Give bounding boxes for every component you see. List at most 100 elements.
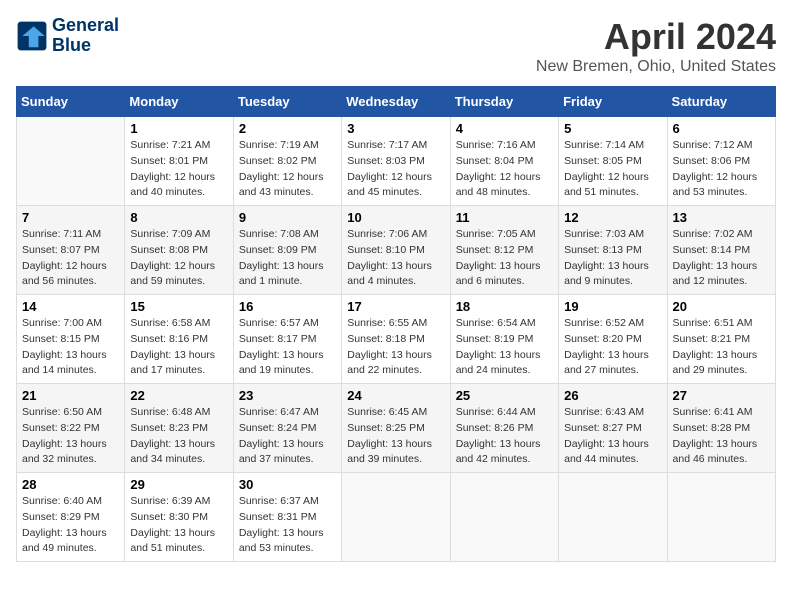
- day-number: 20: [673, 299, 770, 314]
- day-cell: 4 Sunrise: 7:16 AMSunset: 8:04 PMDaylight…: [450, 117, 558, 206]
- day-cell: 3Sunrise: 7:17 AMSunset: 8:03 PMDaylight…: [342, 117, 450, 206]
- day-cell: 29 Sunrise: 6:39 AMSunset: 8:30 PMDayligh…: [125, 473, 233, 562]
- day-cell: 14 Sunrise: 7:00 AMSunset: 8:15 PMDayligh…: [17, 295, 125, 384]
- day-cell: 13Sunrise: 7:02 AMSunset: 8:14 PMDayligh…: [667, 206, 775, 295]
- logo-text: General Blue: [52, 16, 119, 56]
- calendar-title: April 2024: [536, 16, 776, 58]
- header-wednesday: Wednesday: [342, 87, 450, 117]
- day-number: 6: [673, 121, 770, 136]
- day-number: 24: [347, 388, 444, 403]
- day-number: 13: [673, 210, 770, 225]
- day-cell: 26 Sunrise: 6:43 AMSunset: 8:27 PMDayligh…: [559, 384, 667, 473]
- day-number: 7: [22, 210, 119, 225]
- day-info: Sunrise: 6:52 AMSunset: 8:20 PMDaylight:…: [564, 316, 661, 379]
- day-number: 21: [22, 388, 119, 403]
- day-cell: 21 Sunrise: 6:50 AMSunset: 8:22 PMDayligh…: [17, 384, 125, 473]
- day-info: Sunrise: 7:03 AMSunset: 8:13 PMDaylight:…: [564, 227, 661, 290]
- day-info: Sunrise: 7:19 AMSunset: 8:02 PMDaylight:…: [239, 138, 336, 201]
- day-info: Sunrise: 7:06 AMSunset: 8:10 PMDaylight:…: [347, 227, 444, 290]
- day-info: Sunrise: 7:09 AMSunset: 8:08 PMDaylight:…: [130, 227, 227, 290]
- day-number: 23: [239, 388, 336, 403]
- week-row-3: 14 Sunrise: 7:00 AMSunset: 8:15 PMDayligh…: [17, 295, 776, 384]
- day-cell: 8 Sunrise: 7:09 AMSunset: 8:08 PMDaylight…: [125, 206, 233, 295]
- header-saturday: Saturday: [667, 87, 775, 117]
- day-number: 25: [456, 388, 553, 403]
- day-cell: 17 Sunrise: 6:55 AMSunset: 8:18 PMDayligh…: [342, 295, 450, 384]
- day-info: Sunrise: 6:58 AMSunset: 8:16 PMDaylight:…: [130, 316, 227, 379]
- day-info: Sunrise: 7:00 AMSunset: 8:15 PMDaylight:…: [22, 316, 119, 379]
- day-cell: 6 Sunrise: 7:12 AMSunset: 8:06 PMDaylight…: [667, 117, 775, 206]
- day-cell: 16 Sunrise: 6:57 AMSunset: 8:17 PMDayligh…: [233, 295, 341, 384]
- day-cell: [559, 473, 667, 562]
- week-row-5: 28Sunrise: 6:40 AMSunset: 8:29 PMDayligh…: [17, 473, 776, 562]
- day-number: 18: [456, 299, 553, 314]
- day-number: 17: [347, 299, 444, 314]
- day-number: 3: [347, 121, 444, 136]
- day-info: Sunrise: 7:16 AMSunset: 8:04 PMDaylight:…: [456, 138, 553, 201]
- day-info: Sunrise: 7:11 AMSunset: 8:07 PMDaylight:…: [22, 227, 119, 290]
- calendar-header-row: SundayMondayTuesdayWednesdayThursdayFrid…: [17, 87, 776, 117]
- day-cell: 1 Sunrise: 7:21 AMSunset: 8:01 PMDaylight…: [125, 117, 233, 206]
- header: General Blue April 2024 New Bremen, Ohio…: [16, 16, 776, 76]
- header-monday: Monday: [125, 87, 233, 117]
- header-tuesday: Tuesday: [233, 87, 341, 117]
- day-info: Sunrise: 6:51 AMSunset: 8:21 PMDaylight:…: [673, 316, 770, 379]
- header-friday: Friday: [559, 87, 667, 117]
- day-info: Sunrise: 7:12 AMSunset: 8:06 PMDaylight:…: [673, 138, 770, 201]
- day-number: 29: [130, 477, 227, 492]
- day-number: 16: [239, 299, 336, 314]
- day-number: 9: [239, 210, 336, 225]
- day-number: 1: [130, 121, 227, 136]
- logo-icon: [16, 20, 48, 52]
- day-cell: 18 Sunrise: 6:54 AMSunset: 8:19 PMDayligh…: [450, 295, 558, 384]
- day-info: Sunrise: 6:37 AMSunset: 8:31 PMDaylight:…: [239, 494, 336, 557]
- day-info: Sunrise: 6:48 AMSunset: 8:23 PMDaylight:…: [130, 405, 227, 468]
- header-thursday: Thursday: [450, 87, 558, 117]
- day-cell: 25 Sunrise: 6:44 AMSunset: 8:26 PMDayligh…: [450, 384, 558, 473]
- week-row-2: 7 Sunrise: 7:11 AMSunset: 8:07 PMDaylight…: [17, 206, 776, 295]
- day-number: 30: [239, 477, 336, 492]
- day-cell: 15 Sunrise: 6:58 AMSunset: 8:16 PMDayligh…: [125, 295, 233, 384]
- day-number: 12: [564, 210, 661, 225]
- day-number: 2: [239, 121, 336, 136]
- day-number: 8: [130, 210, 227, 225]
- day-info: Sunrise: 6:47 AMSunset: 8:24 PMDaylight:…: [239, 405, 336, 468]
- day-cell: 9Sunrise: 7:08 AMSunset: 8:09 PMDaylight…: [233, 206, 341, 295]
- day-cell: [17, 117, 125, 206]
- day-number: 14: [22, 299, 119, 314]
- day-number: 26: [564, 388, 661, 403]
- day-number: 19: [564, 299, 661, 314]
- day-info: Sunrise: 6:50 AMSunset: 8:22 PMDaylight:…: [22, 405, 119, 468]
- day-cell: 27Sunrise: 6:41 AMSunset: 8:28 PMDayligh…: [667, 384, 775, 473]
- day-info: Sunrise: 7:21 AMSunset: 8:01 PMDaylight:…: [130, 138, 227, 201]
- day-cell: 20 Sunrise: 6:51 AMSunset: 8:21 PMDayligh…: [667, 295, 775, 384]
- day-cell: 10 Sunrise: 7:06 AMSunset: 8:10 PMDayligh…: [342, 206, 450, 295]
- day-cell: [450, 473, 558, 562]
- day-cell: 11Sunrise: 7:05 AMSunset: 8:12 PMDayligh…: [450, 206, 558, 295]
- day-cell: 23 Sunrise: 6:47 AMSunset: 8:24 PMDayligh…: [233, 384, 341, 473]
- day-number: 22: [130, 388, 227, 403]
- day-info: Sunrise: 6:43 AMSunset: 8:27 PMDaylight:…: [564, 405, 661, 468]
- day-cell: 30 Sunrise: 6:37 AMSunset: 8:31 PMDayligh…: [233, 473, 341, 562]
- day-number: 4: [456, 121, 553, 136]
- day-cell: 24 Sunrise: 6:45 AMSunset: 8:25 PMDayligh…: [342, 384, 450, 473]
- day-info: Sunrise: 6:55 AMSunset: 8:18 PMDaylight:…: [347, 316, 444, 379]
- calendar-table: SundayMondayTuesdayWednesdayThursdayFrid…: [16, 86, 776, 562]
- day-info: Sunrise: 6:44 AMSunset: 8:26 PMDaylight:…: [456, 405, 553, 468]
- day-info: Sunrise: 7:14 AMSunset: 8:05 PMDaylight:…: [564, 138, 661, 201]
- day-info: Sunrise: 6:45 AMSunset: 8:25 PMDaylight:…: [347, 405, 444, 468]
- day-info: Sunrise: 6:54 AMSunset: 8:19 PMDaylight:…: [456, 316, 553, 379]
- day-number: 5: [564, 121, 661, 136]
- day-number: 10: [347, 210, 444, 225]
- day-cell: 12 Sunrise: 7:03 AMSunset: 8:13 PMDayligh…: [559, 206, 667, 295]
- day-cell: 19 Sunrise: 6:52 AMSunset: 8:20 PMDayligh…: [559, 295, 667, 384]
- header-sunday: Sunday: [17, 87, 125, 117]
- day-number: 28: [22, 477, 119, 492]
- calendar-subtitle: New Bremen, Ohio, United States: [536, 58, 776, 76]
- day-info: Sunrise: 6:57 AMSunset: 8:17 PMDaylight:…: [239, 316, 336, 379]
- day-number: 15: [130, 299, 227, 314]
- day-info: Sunrise: 6:39 AMSunset: 8:30 PMDaylight:…: [130, 494, 227, 557]
- day-cell: 28Sunrise: 6:40 AMSunset: 8:29 PMDayligh…: [17, 473, 125, 562]
- day-cell: 2 Sunrise: 7:19 AMSunset: 8:02 PMDaylight…: [233, 117, 341, 206]
- week-row-4: 21 Sunrise: 6:50 AMSunset: 8:22 PMDayligh…: [17, 384, 776, 473]
